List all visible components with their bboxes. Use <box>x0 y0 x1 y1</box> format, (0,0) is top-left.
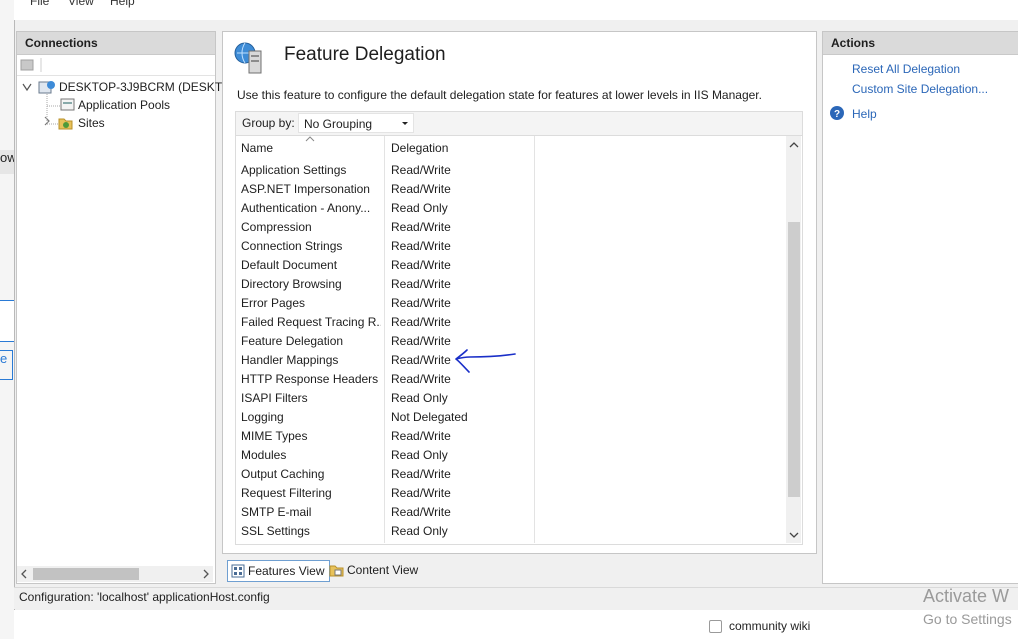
feature-row-name[interactable]: ASP.NET Impersonation <box>241 182 381 196</box>
feature-row-name[interactable]: HTTP Response Headers <box>241 372 381 386</box>
feature-row-name[interactable]: Feature Delegation <box>241 334 381 348</box>
feature-row-name[interactable]: Error Pages <box>241 296 381 310</box>
feature-row-name[interactable]: ISAPI Filters <box>241 391 381 405</box>
scroll-down-icon[interactable] <box>788 530 800 540</box>
connections-hscroll-thumb[interactable] <box>33 568 139 580</box>
app-pools-icon <box>60 98 75 111</box>
activation-watermark: Activate W <box>923 586 1010 606</box>
feature-row-delegation[interactable]: Read/Write <box>391 315 451 329</box>
feature-row-name[interactable]: Request Filtering <box>241 486 381 500</box>
scroll-up-icon[interactable] <box>788 140 800 150</box>
activation-watermark-sub: Go to Settings <box>923 611 1012 627</box>
feature-row-name[interactable]: Connection Strings <box>241 239 381 253</box>
content-view-label: Content View <box>347 563 419 577</box>
feature-row-name[interactable]: SMTP E-mail <box>241 505 381 519</box>
scroll-right-icon[interactable] <box>200 567 212 581</box>
feature-row-delegation[interactable]: Read/Write <box>391 429 451 443</box>
feature-row-delegation[interactable]: Read Only <box>391 524 448 538</box>
connections-title: Connections <box>17 32 215 55</box>
feature-description: Use this feature to configure the defaul… <box>237 88 762 102</box>
actions-title: Actions <box>823 32 1018 55</box>
feature-row-delegation[interactable]: Read/Write <box>391 505 451 519</box>
feature-row-delegation[interactable]: Read/Write <box>391 353 451 367</box>
feature-row-name[interactable]: Output Caching <box>241 467 381 481</box>
expand-chevron-icon <box>22 83 32 92</box>
group-by-label: Group by: <box>242 116 295 130</box>
content-view-tab[interactable]: Content View <box>329 560 423 580</box>
feature-row-delegation[interactable]: Read Only <box>391 201 448 215</box>
feature-row-name[interactable]: MIME Types <box>241 429 381 443</box>
group-by-select[interactable]: No Grouping <box>298 113 414 133</box>
sort-ascending-icon <box>305 136 315 142</box>
menu-file[interactable]: File <box>30 0 49 8</box>
scroll-left-icon[interactable] <box>18 567 30 581</box>
column-divider <box>384 136 385 543</box>
background-callout <box>0 300 15 342</box>
server-icon <box>38 81 55 94</box>
feature-row-delegation[interactable]: Read/Write <box>391 239 451 253</box>
features-view-tab[interactable]: Features View <box>227 560 331 582</box>
content-view-icon <box>329 565 344 577</box>
feature-row-delegation[interactable]: Read/Write <box>391 182 451 196</box>
feature-row-name[interactable]: Handler Mappings <box>241 353 381 367</box>
feature-row-name[interactable]: Compression <box>241 220 381 234</box>
column-divider <box>534 136 535 543</box>
tree-item-application-pools[interactable]: Application Pools <box>78 96 170 114</box>
column-header-delegation[interactable]: Delegation <box>391 141 448 155</box>
feature-row-name[interactable]: Logging <box>241 410 381 424</box>
community-wiki-label: community wiki <box>729 619 811 633</box>
feature-row-name[interactable]: Failed Request Tracing R... <box>241 315 381 329</box>
feature-row-name[interactable]: SSL Settings <box>241 524 381 538</box>
list-vscroll-thumb[interactable] <box>788 222 800 497</box>
sites-folder-icon <box>58 118 73 130</box>
feature-row-delegation[interactable]: Read/Write <box>391 486 451 500</box>
menu-help[interactable]: Help <box>110 0 135 8</box>
annotation-arrow-icon <box>455 349 516 373</box>
status-text: Configuration: 'localhost' applicationHo… <box>19 590 270 604</box>
feature-row-delegation[interactable]: Read/Write <box>391 220 451 234</box>
group-by-value: No Grouping <box>304 117 373 131</box>
connections-toolbar <box>17 55 215 76</box>
background-link: e <box>0 350 13 380</box>
custom-site-delegation-link[interactable]: Custom Site Delegation... <box>852 82 988 96</box>
feature-row-name[interactable]: Directory Browsing <box>241 277 381 291</box>
connect-icon[interactable] <box>17 55 57 75</box>
feature-row-delegation[interactable]: Not Delegated <box>391 410 468 424</box>
reset-all-delegation-link[interactable]: Reset All Delegation <box>852 62 960 76</box>
feature-row-name[interactable]: Authentication - Anony... <box>241 201 381 215</box>
feature-row-delegation[interactable]: Read/Write <box>391 372 451 386</box>
menu-bar: File View Help <box>14 0 1018 20</box>
feature-row-delegation[interactable]: Read/Write <box>391 277 451 291</box>
chevron-down-icon <box>402 122 408 125</box>
feature-row-delegation[interactable]: Read/Write <box>391 467 451 481</box>
feature-row-name[interactable]: Modules <box>241 448 381 462</box>
page-title: Feature Delegation <box>284 44 446 65</box>
features-view-label: Features View <box>248 564 325 578</box>
feature-row-delegation[interactable]: Read/Write <box>391 334 451 348</box>
feature-row-delegation[interactable]: Read/Write <box>391 258 451 272</box>
column-header-name[interactable]: Name <box>241 141 273 155</box>
feature-row-delegation[interactable]: Read/Write <box>391 163 451 177</box>
feature-row-delegation[interactable]: Read Only <box>391 448 448 462</box>
feature-row-delegation[interactable]: Read Only <box>391 391 448 405</box>
feature-row-delegation[interactable]: Read/Write <box>391 296 451 310</box>
features-view-icon <box>231 564 245 578</box>
help-link[interactable]: Help <box>852 107 877 121</box>
feature-delegation-icon <box>234 42 262 74</box>
feature-row-name[interactable]: Default Document <box>241 258 381 272</box>
menu-view[interactable]: View <box>68 0 94 8</box>
help-icon[interactable]: ? <box>829 105 845 121</box>
community-wiki-checkbox[interactable] <box>709 620 722 633</box>
tree-item-sites[interactable]: Sites <box>78 114 105 132</box>
svg-text:?: ? <box>834 109 840 120</box>
background-tab: ow <box>0 150 14 174</box>
feature-row-name[interactable]: Application Settings <box>241 163 381 177</box>
